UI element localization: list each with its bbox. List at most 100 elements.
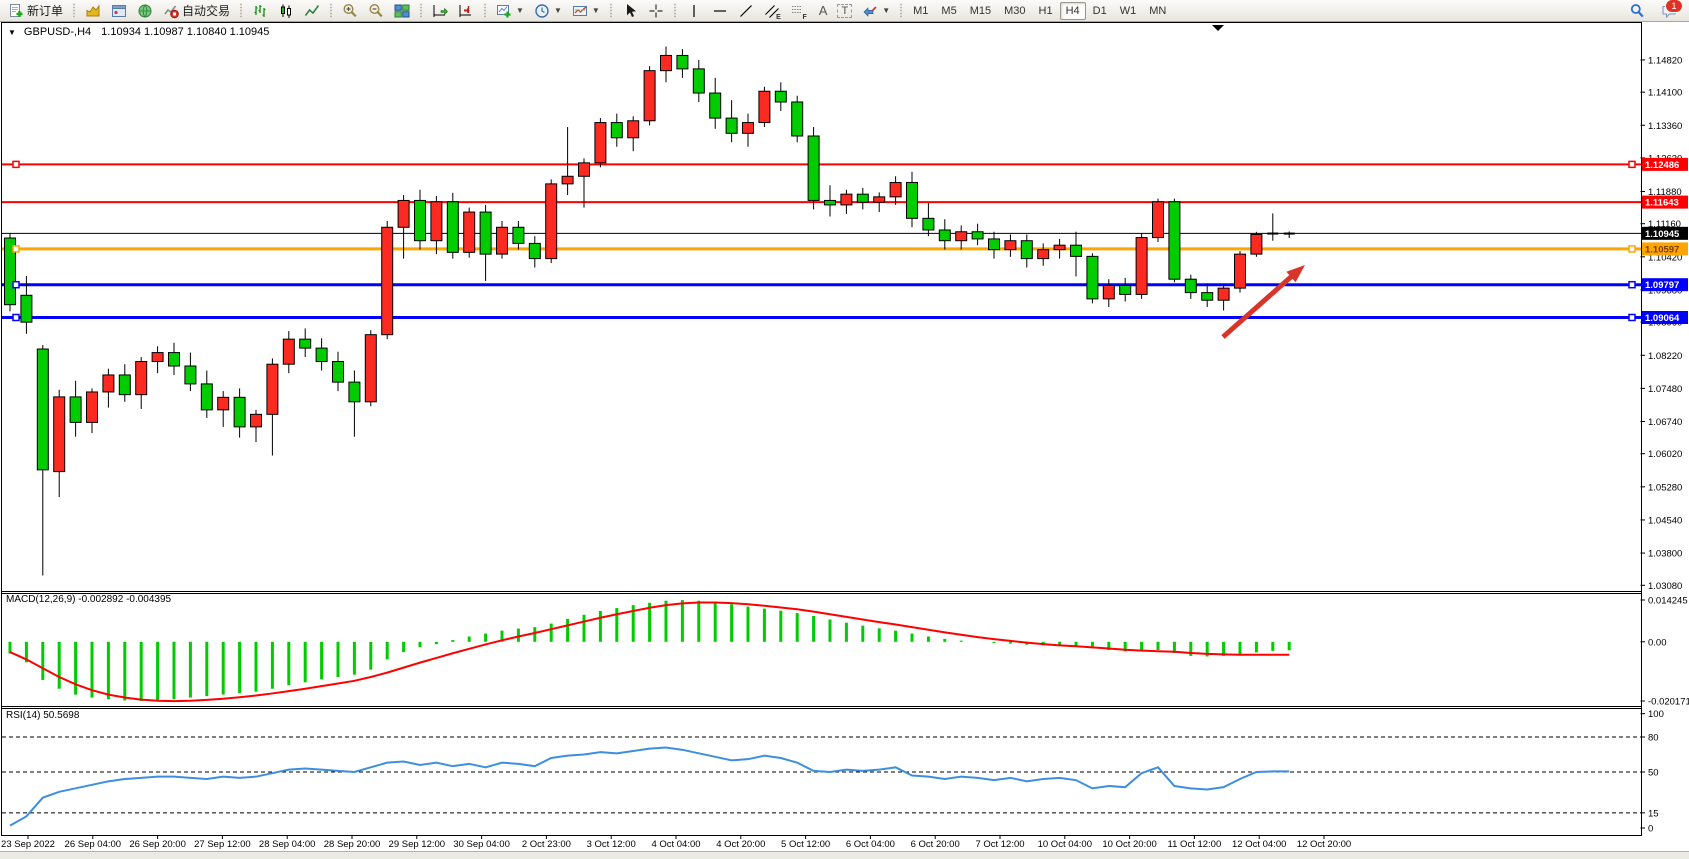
dropdown-arrow-icon: ▼ [554,6,562,15]
channel-letter: E [776,14,781,21]
templates-button[interactable]: ▼ [567,0,605,21]
zoom-in-button[interactable] [337,0,363,21]
search-icon [1629,3,1645,19]
timeframe-m1[interactable]: M1 [907,2,934,20]
fibo-letter: F [803,14,807,21]
svg-text:1.09064: 1.09064 [1645,313,1680,324]
svg-text:23 Sep 2022: 23 Sep 2022 [1,839,55,850]
chart-menu-triangle-icon[interactable]: ▼ [8,28,16,37]
fibonacci-tool-button[interactable]: F [785,0,811,21]
clock-icon [534,3,550,19]
tile-windows-icon [394,3,410,19]
svg-text:1.11643: 1.11643 [1645,198,1679,209]
new-order-button[interactable]: 新订单 [3,0,68,21]
timeframe-m15[interactable]: M15 [964,2,997,20]
toolbar-grip[interactable] [483,3,487,18]
fibonacci-icon: F [790,3,806,19]
toolbar-grip[interactable] [329,3,333,18]
dropdown-arrow-icon: ▼ [592,6,600,15]
autotrading-button[interactable]: 自动交易 [158,0,235,21]
toolbar-grip[interactable] [899,3,903,18]
chart-title: ▼ GBPUSD-,H4 1.10934 1.10987 1.10840 1.1… [8,26,269,38]
svg-text:-0.020171: -0.020171 [1648,696,1689,707]
trendline-tool-button[interactable] [733,0,759,21]
tile-windows-button[interactable] [389,0,415,21]
svg-text:1.10597: 1.10597 [1645,244,1679,255]
timeframe-h4[interactable]: H4 [1060,2,1086,20]
timeframe-d1[interactable]: D1 [1087,2,1113,20]
timeframe-toolbar: M1 M5 M15 M30 H1 H4 D1 W1 MN [907,2,1172,20]
bar-chart-mode-button[interactable] [247,0,273,21]
equidistant-channel-icon: E [764,3,780,19]
svg-text:30 Sep 04:00: 30 Sep 04:00 [453,839,510,850]
new-order-label: 新订单 [27,2,63,19]
price-chart-canvas[interactable]: 1.148201.141001.133601.126301.118801.111… [0,0,1689,858]
svg-text:80: 80 [1648,732,1659,743]
toolbar-grip[interactable] [239,3,243,18]
new-chart-button[interactable]: ▼ [491,0,529,21]
text-tool-button[interactable]: A [811,0,833,21]
notification-badge: 1 [1665,0,1683,13]
svg-text:3 Oct 12:00: 3 Oct 12:00 [587,839,636,850]
svg-text:1.10945: 1.10945 [1645,229,1680,240]
toolbar-grip[interactable] [419,3,423,18]
label-tool-button[interactable]: T [832,0,857,21]
mt4-terminal: { "toolbar": { "new_order_label": "新订单",… [0,0,1689,858]
autotrading-label: 自动交易 [182,2,230,19]
candle-chart-mode-button[interactable] [273,0,299,21]
crosshair-icon [648,3,664,19]
trendline-icon [738,3,754,19]
svg-text:50: 50 [1648,768,1659,779]
svg-text:12 Oct 20:00: 12 Oct 20:00 [1297,839,1351,850]
chart-shift-button[interactable] [453,0,479,21]
svg-text:7 Oct 12:00: 7 Oct 12:00 [975,839,1024,850]
market-watch-button[interactable] [80,0,106,21]
timeframe-mn[interactable]: MN [1143,2,1172,20]
auto-scroll-button[interactable] [427,0,453,21]
ohlc-values: 1.10934 1.10987 1.10840 1.10945 [101,26,269,38]
timeframe-w1[interactable]: W1 [1114,2,1143,20]
toolbar-grip[interactable] [673,3,677,18]
horizontal-line-tool-button[interactable] [707,0,733,21]
channel-tool-button[interactable]: E [759,0,785,21]
svg-text:1.06740: 1.06740 [1648,417,1682,428]
line-chart-mode-button[interactable] [299,0,325,21]
zoom-out-icon [368,3,384,19]
shapes-tool-button[interactable]: ▼ [857,0,895,21]
crosshair-tool-button[interactable] [643,0,669,21]
svg-text:1.07480: 1.07480 [1648,384,1682,395]
svg-text:11 Oct 12:00: 11 Oct 12:00 [1168,839,1222,850]
candle-chart-icon [278,3,294,19]
cursor-tool-button[interactable] [617,0,643,21]
svg-text:1.12486: 1.12486 [1645,160,1679,171]
svg-text:0.014245: 0.014245 [1648,596,1688,607]
zoom-out-button[interactable] [363,0,389,21]
svg-text:1.14820: 1.14820 [1648,55,1682,66]
toolbar-grip[interactable] [609,3,613,18]
svg-text:1.05280: 1.05280 [1648,482,1682,493]
notifications-button[interactable]: 1 [1656,0,1682,21]
main-toolbar: 新订单 自动交易 [0,0,1689,22]
timeframe-m30[interactable]: M30 [998,2,1031,20]
dropdown-arrow-icon: ▼ [882,6,890,15]
data-window-button[interactable] [106,0,132,21]
template-chart-icon [572,3,588,19]
chat-bubble-icon: 1 [1661,3,1677,19]
svg-text:29 Sep 12:00: 29 Sep 12:00 [389,839,446,850]
svg-text:1.08220: 1.08220 [1648,351,1682,362]
shapes-arrows-icon [862,3,878,19]
label-tool-letter: T [837,4,852,18]
timeframe-h1[interactable]: H1 [1033,2,1059,20]
timeframe-m5[interactable]: M5 [935,2,962,20]
zoom-in-icon [342,3,358,19]
dropdown-arrow-icon: ▼ [516,6,524,15]
svg-text:1.03080: 1.03080 [1648,581,1682,592]
search-button[interactable] [1624,0,1650,21]
vertical-line-tool-button[interactable] [681,0,707,21]
profiles-button[interactable]: ▼ [529,0,567,21]
svg-text:5 Oct 12:00: 5 Oct 12:00 [781,839,830,850]
vertical-line-icon [686,3,702,19]
navigator-button[interactable] [132,0,158,21]
toolbar-grip[interactable] [72,3,76,18]
svg-text:100: 100 [1648,709,1664,720]
